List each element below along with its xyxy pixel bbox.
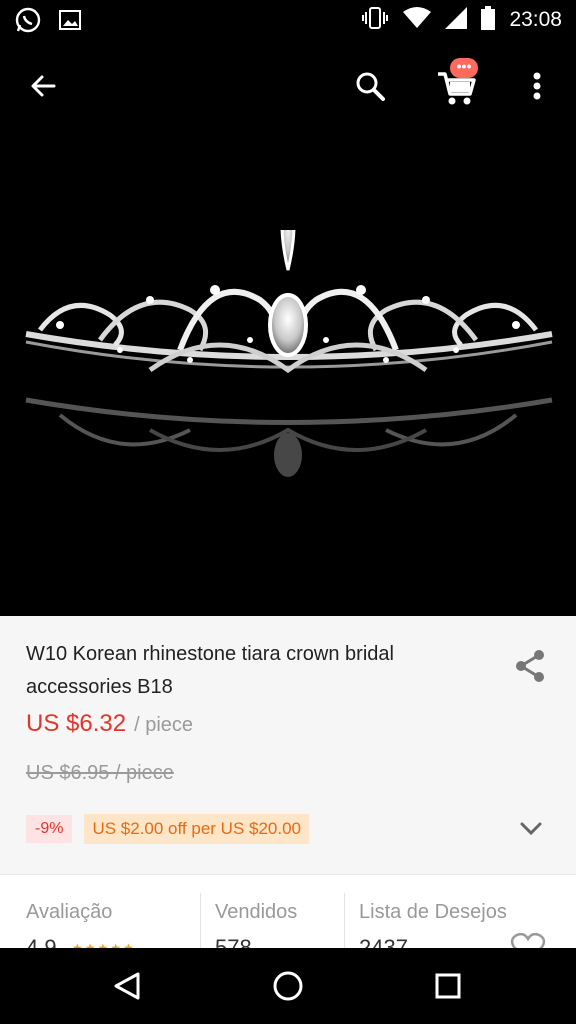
rating-stars: ★★★★★ xyxy=(72,941,136,948)
divider xyxy=(344,893,345,948)
chevron-down-icon[interactable] xyxy=(516,816,546,840)
nav-home-icon[interactable] xyxy=(268,966,308,1006)
tiara-image xyxy=(25,230,553,477)
search-icon[interactable] xyxy=(350,66,390,106)
nav-back-icon[interactable] xyxy=(108,966,148,1006)
status-time: 23:08 xyxy=(509,8,562,31)
battery-icon xyxy=(481,5,496,35)
image-icon xyxy=(58,8,82,37)
product-info: W10 Korean rhinestone tiara crown bridal… xyxy=(0,616,576,874)
share-icon[interactable] xyxy=(512,648,548,684)
original-price: US $6.95 / piece xyxy=(26,762,174,784)
product-title: W10 Korean rhinestone tiara crown bridal… xyxy=(26,643,394,698)
whatsapp-icon xyxy=(14,6,42,39)
system-nav-bar xyxy=(0,948,576,1024)
divider xyxy=(200,893,201,948)
rating-label: Avaliação xyxy=(26,901,113,923)
promo-row[interactable]: -9% US $2.00 off per US $20.00 xyxy=(26,814,310,844)
app-bar: ••• xyxy=(0,40,576,130)
price-unit: / piece xyxy=(134,714,194,736)
wishlist-label: Lista de Desejos xyxy=(359,901,507,923)
stats-row: Avaliação 4.9 ★★★★★ Vendidos 578 Lista d… xyxy=(0,874,576,948)
coupon-badge[interactable]: US $2.00 off per US $20.00 xyxy=(84,814,310,844)
wifi-icon xyxy=(403,6,432,34)
discount-badge: -9% xyxy=(26,815,73,843)
more-vert-icon[interactable] xyxy=(520,66,554,106)
rating-value: 4.9 xyxy=(26,935,57,948)
heart-icon[interactable] xyxy=(510,932,546,948)
sold-label: Vendidos xyxy=(215,901,298,923)
price: US $6.32 xyxy=(26,710,127,737)
product-image[interactable]: ••• xyxy=(0,40,576,616)
cart-badge: ••• xyxy=(450,58,478,78)
nav-recents-icon[interactable] xyxy=(428,966,468,1006)
wishlist-value: 2437 xyxy=(359,935,408,948)
back-arrow-icon[interactable] xyxy=(24,66,64,106)
vibrate-icon xyxy=(361,6,389,35)
signal-icon xyxy=(445,6,468,34)
price-row: US $6.32 / piece xyxy=(26,710,193,738)
sold-value: 578 xyxy=(215,935,252,948)
status-bar: 23:08 xyxy=(0,0,576,40)
